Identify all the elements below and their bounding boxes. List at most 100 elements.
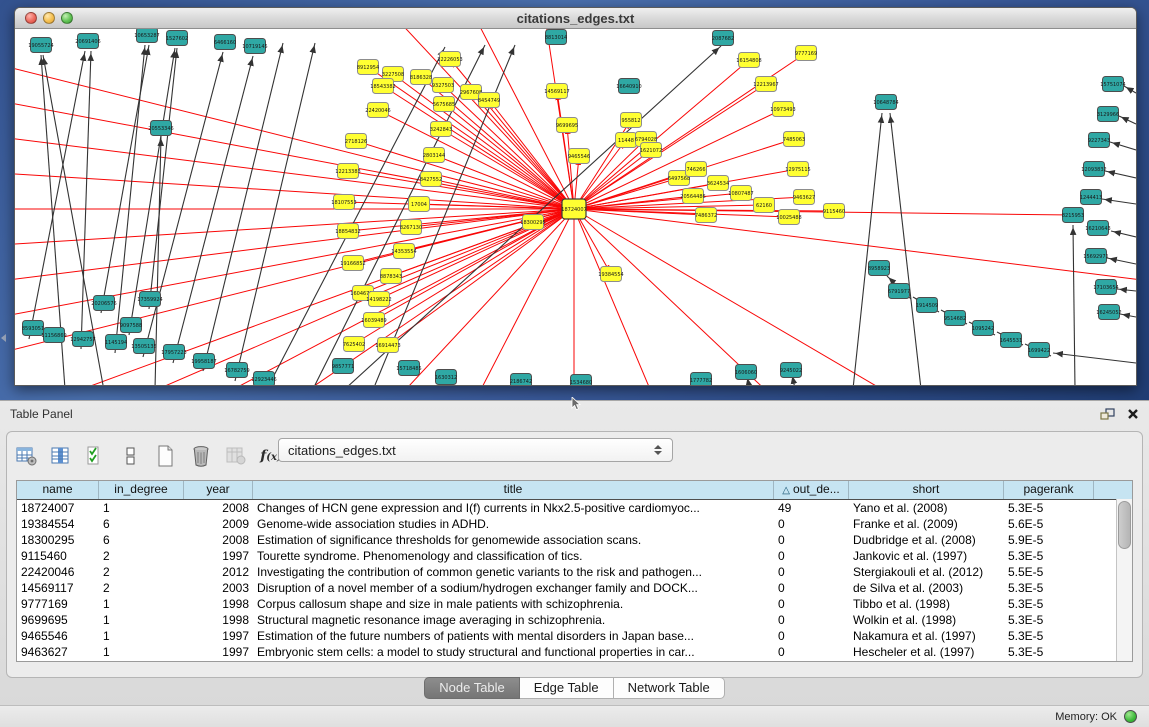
close-panel-icon[interactable] [1127, 408, 1139, 420]
network-node[interactable]: 9245022 [780, 363, 802, 378]
cell-year[interactable]: 1998 [184, 612, 253, 628]
network-node[interactable]: 14198222 [366, 292, 391, 307]
cell-out-de-[interactable]: 0 [774, 580, 849, 596]
cell-title[interactable]: Embryonic stem cells: a model to study s… [253, 644, 774, 660]
network-node[interactable]: 20564486 [680, 189, 705, 204]
cell-in-degree[interactable]: 1 [99, 500, 184, 516]
network-node[interactable]: 2087682 [712, 31, 734, 46]
network-node[interactable]: 22226053 [437, 52, 462, 67]
network-node[interactable]: 11448 [616, 133, 637, 148]
cell-title[interactable]: Changes of HCN gene expression and I(f) … [253, 500, 774, 516]
cell-out-de-[interactable]: 0 [774, 612, 849, 628]
network-node[interactable]: 8267130 [400, 220, 422, 235]
network-node[interactable]: 17359924 [137, 292, 162, 307]
network-node[interactable]: 10025488 [776, 210, 801, 225]
cell-name[interactable]: 9115460 [17, 548, 99, 564]
network-node[interactable]: 955812 [621, 113, 642, 128]
cell-title[interactable]: Genome-wide association studies in ADHD. [253, 516, 774, 532]
network-node[interactable]: 7485063 [783, 132, 805, 147]
column-header-in-degree[interactable]: in_degree [99, 481, 184, 499]
cell-out-de-[interactable]: 0 [774, 644, 849, 660]
network-node[interactable]: 19384554 [598, 267, 623, 282]
network-node[interactable]: 20553346 [148, 121, 173, 136]
cell-short[interactable]: Nakamura et al. (1997) [849, 628, 1004, 644]
network-node[interactable]: 10648784 [873, 95, 898, 110]
cell-in-degree[interactable]: 2 [99, 548, 184, 564]
cell-pagerank[interactable]: 5.3E-5 [1004, 548, 1094, 564]
network-node[interactable]: 1534680 [570, 375, 592, 386]
table-row[interactable]: 1830029562008Estimation of significance … [17, 532, 1132, 548]
cell-name[interactable]: 19384554 [17, 516, 99, 532]
network-node[interactable]: 2186742 [510, 374, 532, 386]
cell-in-degree[interactable]: 6 [99, 516, 184, 532]
network-node[interactable]: 9465546 [568, 149, 590, 164]
network-node[interactable]: 9463627 [793, 190, 815, 205]
network-node[interactable]: 746266 [686, 162, 707, 177]
network-node[interactable]: 10653287 [134, 29, 159, 43]
cell-year[interactable]: 2012 [184, 564, 253, 580]
network-node[interactable]: 1606060 [735, 365, 757, 380]
cell-title[interactable]: Investigating the contribution of common… [253, 564, 774, 580]
cell-name[interactable]: 14569117 [17, 580, 99, 596]
network-node[interactable]: 9857771 [332, 359, 354, 374]
network-node[interactable]: 11156869 [41, 328, 66, 343]
cell-year[interactable]: 2008 [184, 500, 253, 516]
column-header-name[interactable]: name [17, 481, 99, 499]
network-node[interactable]: 8186328 [410, 70, 432, 85]
network-node[interactable]: 13505135 [131, 339, 156, 354]
column-header-pagerank[interactable]: pagerank [1004, 481, 1094, 499]
cell-year[interactable]: 1997 [184, 548, 253, 564]
network-node[interactable]: 10719145 [242, 39, 267, 54]
cell-short[interactable]: Stergiakouli et al. (2012) [849, 564, 1004, 580]
network-node[interactable]: 8912954 [357, 60, 379, 75]
network-node[interactable]: 1095242 [972, 321, 994, 336]
cell-name[interactable]: 9465546 [17, 628, 99, 644]
network-node[interactable]: 15692971 [1083, 249, 1108, 264]
cell-in-degree[interactable]: 1 [99, 644, 184, 660]
network-node[interactable]: 15751074 [1100, 77, 1125, 92]
table-mode-icon[interactable] [15, 445, 37, 467]
network-node[interactable]: 3129966 [1097, 107, 1119, 122]
cell-out-de-[interactable]: 49 [774, 500, 849, 516]
cell-in-degree[interactable]: 2 [99, 564, 184, 580]
table-row[interactable]: 1938455462009Genome-wide association stu… [17, 516, 1132, 532]
network-node[interactable]: 19958187 [191, 354, 216, 369]
column-header-year[interactable]: year [184, 481, 253, 499]
network-node[interactable]: 20206576 [91, 296, 116, 311]
cell-pagerank[interactable]: 5.5E-5 [1004, 564, 1094, 580]
cell-out-de-[interactable]: 0 [774, 516, 849, 532]
table-row[interactable]: 977716911998Corpus callosum shape and si… [17, 596, 1132, 612]
network-node[interactable]: 9227343 [1088, 133, 1110, 148]
delete-icon[interactable] [190, 445, 212, 467]
network-node[interactable]: 14569117 [544, 84, 569, 99]
network-node[interactable]: 5675685 [433, 97, 455, 112]
cell-short[interactable]: Franke et al. (2009) [849, 516, 1004, 532]
cell-out-de-[interactable]: 0 [774, 532, 849, 548]
cell-title[interactable]: Estimation of the future numbers of pati… [253, 628, 774, 644]
cell-in-degree[interactable]: 1 [99, 628, 184, 644]
cell-in-degree[interactable]: 6 [99, 532, 184, 548]
table-row[interactable]: 1456911722003Disruption of a novel membe… [17, 580, 1132, 596]
cell-year[interactable]: 1997 [184, 644, 253, 660]
cell-name[interactable]: 22420046 [17, 564, 99, 580]
network-node[interactable]: 17004 [409, 197, 430, 212]
table-row[interactable]: 911546021997Tourette syndrome. Phenomeno… [17, 548, 1132, 564]
network-node[interactable]: 19055724 [28, 38, 53, 53]
network-node[interactable]: 12093832 [1081, 162, 1106, 177]
cell-out-de-[interactable]: 0 [774, 628, 849, 644]
cell-name[interactable]: 18300295 [17, 532, 99, 548]
network-node[interactable]: 16154808 [736, 53, 761, 68]
scrollbar-thumb[interactable] [1118, 501, 1131, 549]
network-node[interactable]: 18854832 [335, 224, 360, 239]
network-node[interactable]: 1645531 [1000, 333, 1022, 348]
network-node[interactable]: 10807487 [728, 186, 753, 201]
tab-node-table[interactable]: Node Table [424, 677, 520, 699]
cell-title[interactable]: Corpus callosum shape and size in male p… [253, 596, 774, 612]
column-header-short[interactable]: short [849, 481, 1004, 499]
network-node[interactable]: 16914473 [375, 338, 400, 353]
cell-out-de-[interactable]: 0 [774, 564, 849, 580]
cell-out-de-[interactable]: 0 [774, 596, 849, 612]
network-node[interactable]: 10973493 [770, 102, 795, 117]
network-node[interactable]: 2718126 [345, 134, 367, 149]
column-header-title[interactable]: title [253, 481, 774, 499]
